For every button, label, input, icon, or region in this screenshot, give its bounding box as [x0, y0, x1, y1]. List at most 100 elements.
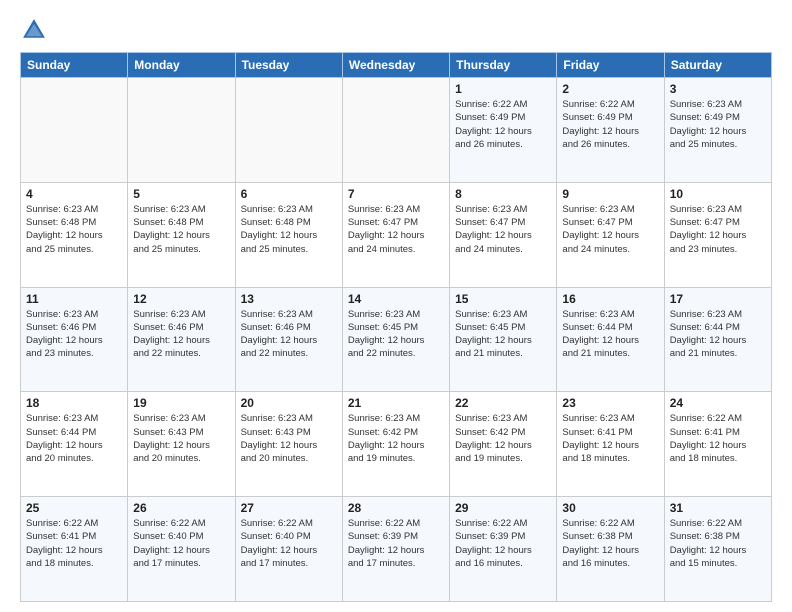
week-row-2: 4Sunrise: 6:23 AM Sunset: 6:48 PM Daylig… — [21, 182, 772, 287]
day-number: 17 — [670, 292, 766, 306]
day-info: Sunrise: 6:23 AM Sunset: 6:44 PM Dayligh… — [26, 412, 122, 465]
day-cell: 6 Sunrise: 6:23 AM Sunset: 6:48 PM Daylig… — [235, 182, 342, 287]
day-cell: 12 Sunrise: 6:23 AM Sunset: 6:46 PM Dayli… — [128, 287, 235, 392]
day-header-thursday: Thursday — [450, 53, 557, 78]
day-cell: 8Sunrise: 6:23 AM Sunset: 6:47 PM Daylig… — [450, 182, 557, 287]
day-number: 28 — [348, 501, 444, 515]
day-number: 31 — [670, 501, 766, 515]
day-info: Sunrise: 6:23 AM Sunset: 6:46 PM Dayligh… — [133, 308, 229, 361]
day-cell — [21, 78, 128, 183]
day-info: Sunrise: 6:23 AM Sunset: 6:48 PM Dayligh… — [241, 203, 337, 256]
day-number: 1 — [455, 82, 551, 96]
day-cell: 31Sunrise: 6:22 AM Sunset: 6:38 PM Dayli… — [664, 497, 771, 602]
day-info: Sunrise: 6:23 AM Sunset: 6:49 PM Dayligh… — [670, 98, 766, 151]
day-cell: 22Sunrise: 6:23 AM Sunset: 6:42 PM Dayli… — [450, 392, 557, 497]
logo — [20, 16, 52, 44]
day-cell: 1 Sunrise: 6:22 AM Sunset: 6:49 PM Daylig… — [450, 78, 557, 183]
day-cell: 28 Sunrise: 6:22 AM Sunset: 6:39 PM Dayli… — [342, 497, 449, 602]
day-info: Sunrise: 6:23 AM Sunset: 6:42 PM Dayligh… — [348, 412, 444, 465]
day-cell: 18 Sunrise: 6:23 AM Sunset: 6:44 PM Dayli… — [21, 392, 128, 497]
day-cell: 21 Sunrise: 6:23 AM Sunset: 6:42 PM Dayli… — [342, 392, 449, 497]
day-number: 26 — [133, 501, 229, 515]
day-number: 6 — [241, 187, 337, 201]
day-number: 10 — [670, 187, 766, 201]
day-cell: 29Sunrise: 6:22 AM Sunset: 6:39 PM Dayli… — [450, 497, 557, 602]
day-header-sunday: Sunday — [21, 53, 128, 78]
day-info: Sunrise: 6:23 AM Sunset: 6:47 PM Dayligh… — [670, 203, 766, 256]
day-cell — [342, 78, 449, 183]
week-row-4: 18 Sunrise: 6:23 AM Sunset: 6:44 PM Dayli… — [21, 392, 772, 497]
day-cell: 19 Sunrise: 6:23 AM Sunset: 6:43 PM Dayli… — [128, 392, 235, 497]
day-number: 25 — [26, 501, 122, 515]
day-cell: 25 Sunrise: 6:22 AM Sunset: 6:41 PM Dayli… — [21, 497, 128, 602]
day-number: 24 — [670, 396, 766, 410]
day-info: Sunrise: 6:22 AM Sunset: 6:49 PM Dayligh… — [455, 98, 551, 151]
day-cell: 14Sunrise: 6:23 AM Sunset: 6:45 PM Dayli… — [342, 287, 449, 392]
day-cell: 16 Sunrise: 6:23 AM Sunset: 6:44 PM Dayli… — [557, 287, 664, 392]
day-info: Sunrise: 6:23 AM Sunset: 6:48 PM Dayligh… — [26, 203, 122, 256]
day-cell: 13Sunrise: 6:23 AM Sunset: 6:46 PM Dayli… — [235, 287, 342, 392]
day-header-friday: Friday — [557, 53, 664, 78]
day-info: Sunrise: 6:23 AM Sunset: 6:41 PM Dayligh… — [562, 412, 658, 465]
day-info: Sunrise: 6:23 AM Sunset: 6:45 PM Dayligh… — [348, 308, 444, 361]
day-number: 15 — [455, 292, 551, 306]
day-info: Sunrise: 6:23 AM Sunset: 6:47 PM Dayligh… — [562, 203, 658, 256]
day-info: Sunrise: 6:23 AM Sunset: 6:47 PM Dayligh… — [455, 203, 551, 256]
day-number: 13 — [241, 292, 337, 306]
day-cell: 27 Sunrise: 6:22 AM Sunset: 6:40 PM Dayli… — [235, 497, 342, 602]
day-info: Sunrise: 6:22 AM Sunset: 6:40 PM Dayligh… — [241, 517, 337, 570]
day-info: Sunrise: 6:22 AM Sunset: 6:40 PM Dayligh… — [133, 517, 229, 570]
day-cell: 4Sunrise: 6:23 AM Sunset: 6:48 PM Daylig… — [21, 182, 128, 287]
header — [20, 16, 772, 44]
day-info: Sunrise: 6:23 AM Sunset: 6:43 PM Dayligh… — [133, 412, 229, 465]
day-header-tuesday: Tuesday — [235, 53, 342, 78]
day-cell — [128, 78, 235, 183]
day-info: Sunrise: 6:23 AM Sunset: 6:44 PM Dayligh… — [670, 308, 766, 361]
day-header-saturday: Saturday — [664, 53, 771, 78]
day-info: Sunrise: 6:23 AM Sunset: 6:46 PM Dayligh… — [26, 308, 122, 361]
day-number: 19 — [133, 396, 229, 410]
day-info: Sunrise: 6:22 AM Sunset: 6:39 PM Dayligh… — [348, 517, 444, 570]
day-cell: 7Sunrise: 6:23 AM Sunset: 6:47 PM Daylig… — [342, 182, 449, 287]
day-cell: 20 Sunrise: 6:23 AM Sunset: 6:43 PM Dayli… — [235, 392, 342, 497]
day-info: Sunrise: 6:23 AM Sunset: 6:48 PM Dayligh… — [133, 203, 229, 256]
day-number: 5 — [133, 187, 229, 201]
day-number: 12 — [133, 292, 229, 306]
day-header-monday: Monday — [128, 53, 235, 78]
day-cell: 2 Sunrise: 6:22 AM Sunset: 6:49 PM Daylig… — [557, 78, 664, 183]
logo-icon — [20, 16, 48, 44]
day-cell — [235, 78, 342, 183]
day-cell: 15 Sunrise: 6:23 AM Sunset: 6:45 PM Dayli… — [450, 287, 557, 392]
week-row-5: 25 Sunrise: 6:22 AM Sunset: 6:41 PM Dayli… — [21, 497, 772, 602]
day-cell: 10 Sunrise: 6:23 AM Sunset: 6:47 PM Dayli… — [664, 182, 771, 287]
day-number: 20 — [241, 396, 337, 410]
day-info: Sunrise: 6:22 AM Sunset: 6:49 PM Dayligh… — [562, 98, 658, 151]
day-info: Sunrise: 6:22 AM Sunset: 6:41 PM Dayligh… — [670, 412, 766, 465]
day-number: 11 — [26, 292, 122, 306]
calendar-header-row: SundayMondayTuesdayWednesdayThursdayFrid… — [21, 53, 772, 78]
day-number: 27 — [241, 501, 337, 515]
day-number: 9 — [562, 187, 658, 201]
day-header-wednesday: Wednesday — [342, 53, 449, 78]
day-info: Sunrise: 6:22 AM Sunset: 6:41 PM Dayligh… — [26, 517, 122, 570]
day-cell: 30Sunrise: 6:22 AM Sunset: 6:38 PM Dayli… — [557, 497, 664, 602]
day-number: 2 — [562, 82, 658, 96]
day-number: 18 — [26, 396, 122, 410]
day-number: 23 — [562, 396, 658, 410]
day-cell: 17 Sunrise: 6:23 AM Sunset: 6:44 PM Dayli… — [664, 287, 771, 392]
week-row-1: 1 Sunrise: 6:22 AM Sunset: 6:49 PM Daylig… — [21, 78, 772, 183]
day-number: 3 — [670, 82, 766, 96]
day-number: 21 — [348, 396, 444, 410]
page: SundayMondayTuesdayWednesdayThursdayFrid… — [0, 0, 792, 612]
day-number: 22 — [455, 396, 551, 410]
day-info: Sunrise: 6:23 AM Sunset: 6:45 PM Dayligh… — [455, 308, 551, 361]
day-info: Sunrise: 6:22 AM Sunset: 6:38 PM Dayligh… — [562, 517, 658, 570]
day-number: 16 — [562, 292, 658, 306]
calendar-table: SundayMondayTuesdayWednesdayThursdayFrid… — [20, 52, 772, 602]
day-info: Sunrise: 6:23 AM Sunset: 6:44 PM Dayligh… — [562, 308, 658, 361]
day-info: Sunrise: 6:23 AM Sunset: 6:43 PM Dayligh… — [241, 412, 337, 465]
week-row-3: 11 Sunrise: 6:23 AM Sunset: 6:46 PM Dayli… — [21, 287, 772, 392]
day-number: 7 — [348, 187, 444, 201]
day-info: Sunrise: 6:22 AM Sunset: 6:39 PM Dayligh… — [455, 517, 551, 570]
day-cell: 23 Sunrise: 6:23 AM Sunset: 6:41 PM Dayli… — [557, 392, 664, 497]
